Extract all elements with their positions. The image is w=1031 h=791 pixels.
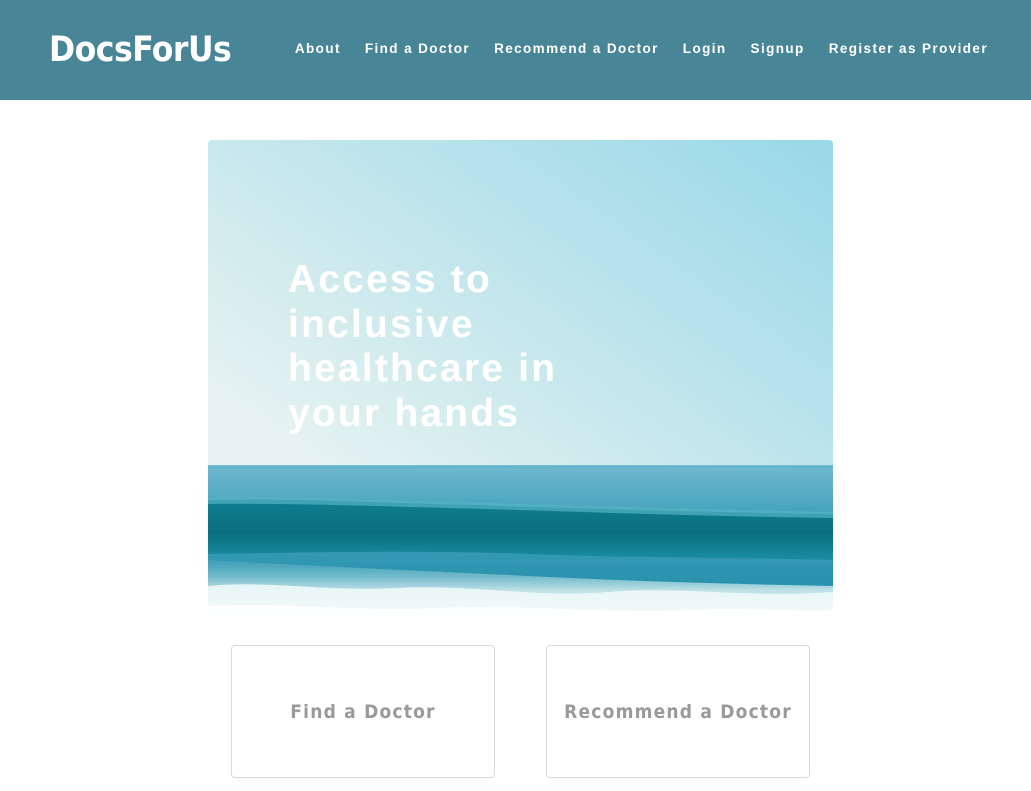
top-navbar: DocsForUs About Find a Doctor Recommend …: [0, 0, 1031, 100]
nav-recommend-doctor-link[interactable]: Recommend a Doctor: [494, 40, 659, 58]
nav-login-link[interactable]: Login: [683, 40, 727, 58]
nav-signup-link[interactable]: Signup: [751, 40, 805, 58]
main-nav: About Find a Doctor Recommend a Doctor L…: [295, 40, 988, 58]
hero-title: Access to inclusive healthcare in your h…: [288, 258, 558, 435]
hero-banner: Access to inclusive healthcare in your h…: [208, 140, 833, 620]
recommend-doctor-card-label: Recommend a Doctor: [564, 700, 792, 723]
brand-logo[interactable]: DocsForUs: [49, 29, 232, 71]
nav-find-doctor-link[interactable]: Find a Doctor: [365, 40, 470, 58]
find-doctor-card[interactable]: Find a Doctor: [231, 645, 495, 778]
find-doctor-card-label: Find a Doctor: [290, 700, 436, 723]
recommend-doctor-card[interactable]: Recommend a Doctor: [546, 645, 810, 778]
nav-register-provider-link[interactable]: Register as Provider: [829, 40, 988, 58]
nav-about-link[interactable]: About: [295, 40, 341, 58]
